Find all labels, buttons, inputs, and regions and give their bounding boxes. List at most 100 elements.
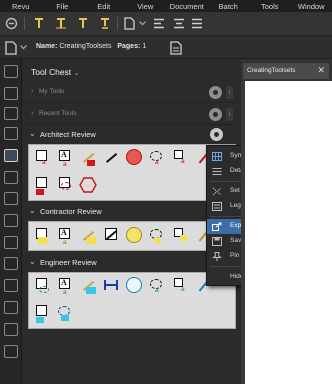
contractor-review-toolset: Aa: [28, 221, 236, 251]
name-label: Name:: [36, 43, 58, 50]
detail-view-icon: [212, 167, 222, 176]
engineer-review-toolset: Aa a a: [28, 272, 236, 329]
typewriter-icon[interactable]: [98, 16, 112, 30]
tool-arrow[interactable]: [101, 148, 121, 168]
text-callout-icon[interactable]: [54, 16, 68, 30]
navigation-icon[interactable]: [4, 345, 18, 358]
tool-callout-yellow[interactable]: [32, 226, 52, 246]
menu-view[interactable]: View: [125, 2, 167, 11]
gear-icon[interactable]: [209, 86, 222, 99]
search-icon[interactable]: [4, 192, 18, 205]
thumbnails-icon[interactable]: [4, 65, 18, 78]
document-info: Name: CreatingToolsets Pages: 1: [36, 43, 146, 50]
links-icon[interactable]: [4, 279, 18, 292]
profile-icon[interactable]: [4, 16, 18, 30]
text-align-left-icon[interactable]: [152, 16, 166, 30]
tool-text[interactable]: Aa: [55, 148, 75, 168]
tool-stamp-red[interactable]: [124, 148, 144, 168]
chevron-down-icon[interactable]: [20, 45, 27, 52]
legend-icon: [212, 202, 222, 211]
spaces-icon[interactable]: [4, 301, 18, 314]
engineer-review-header[interactable]: ⌄ Engineer Review: [23, 255, 226, 270]
layers-icon[interactable]: [4, 127, 18, 140]
tool-rectangle[interactable]: [101, 226, 121, 246]
chevron-down-icon: ⌄: [29, 206, 36, 215]
menu-batch[interactable]: Batch: [208, 2, 250, 11]
studio-icon[interactable]: [4, 323, 18, 336]
tool-callout-red[interactable]: a: [170, 148, 190, 168]
gear-icon[interactable]: [210, 128, 223, 141]
panel-title: Tool Chest ⌄: [31, 67, 80, 77]
tool-text-yellow[interactable]: Aa: [55, 226, 75, 246]
chevron-down-icon: ⌄: [29, 129, 36, 138]
document-canvas[interactable]: [241, 81, 332, 384]
section-label: Engineer Review: [40, 258, 97, 267]
signatures-icon[interactable]: [4, 257, 18, 270]
tool-stamp-yellow[interactable]: [124, 226, 144, 246]
pages-label: Pages:: [117, 43, 141, 50]
chevron-right-icon[interactable]: ›: [226, 108, 233, 121]
document-icon[interactable]: [4, 41, 18, 55]
gear-icon[interactable]: [209, 108, 222, 121]
canvas-gutter: [241, 81, 245, 384]
markup-toolbar: [0, 12, 332, 36]
tool-pen[interactable]: [78, 148, 98, 168]
tool-cloud-cyan[interactable]: a: [147, 276, 167, 296]
text-format-icon[interactable]: [190, 16, 204, 30]
chevron-down-icon[interactable]: ⌄: [74, 70, 80, 77]
chevron-right-icon[interactable]: ›: [226, 86, 233, 99]
tool-stamp-cyan[interactable]: [124, 276, 144, 296]
menu-bar: Revu File Edit View Document Batch Tools…: [0, 0, 332, 12]
document-tab[interactable]: CreatingToolsets ✕: [243, 63, 329, 79]
save-icon: [212, 237, 222, 246]
my-tools-label: My Tools: [39, 88, 65, 95]
file-access-icon[interactable]: [4, 107, 18, 120]
tool-pen-yellow[interactable]: [78, 226, 98, 246]
tool-cloud-cyan-2[interactable]: [55, 303, 75, 323]
scale-icon: [212, 187, 222, 196]
tool-chest-icon[interactable]: [4, 149, 18, 162]
page-icon[interactable]: [122, 16, 136, 30]
tool-callout-yellow-2[interactable]: [170, 226, 190, 246]
text-align-icon[interactable]: [172, 16, 186, 30]
tool-text-cyan[interactable]: Aa: [55, 276, 75, 296]
menu-window[interactable]: Window: [291, 2, 332, 11]
name-value: CreatingToolsets: [59, 43, 112, 50]
menu-file[interactable]: File: [42, 2, 84, 11]
tool-dimension[interactable]: [101, 276, 121, 296]
architect-review-header[interactable]: ⌄ Architect Review: [23, 127, 226, 142]
toolbar-divider: [117, 17, 118, 30]
menu-edit[interactable]: Edit: [83, 2, 125, 11]
bookmarks-icon[interactable]: [4, 87, 18, 100]
page-properties-icon[interactable]: [170, 41, 184, 55]
tool-callout-2[interactable]: [32, 175, 52, 195]
tool-callout-cyan[interactable]: [32, 276, 52, 296]
measurements-icon[interactable]: [4, 214, 18, 227]
tool-callout[interactable]: a: [32, 148, 52, 168]
properties-icon[interactable]: [4, 171, 18, 184]
menu-tools[interactable]: Tools: [249, 2, 291, 11]
my-tools-row[interactable]: › My Tools ›: [23, 81, 233, 103]
tool-cloud-2[interactable]: [55, 175, 75, 195]
tool-cloud[interactable]: a: [147, 148, 167, 168]
pages-value: 1: [142, 43, 147, 50]
highlight-text-icon[interactable]: [76, 16, 90, 30]
tool-callout-cyan-2[interactable]: a: [170, 276, 190, 296]
pin-icon: [212, 252, 222, 261]
tool-callout-cyan-3[interactable]: [32, 303, 52, 323]
tool-revision[interactable]: [78, 175, 98, 195]
forms-icon[interactable]: [4, 236, 18, 249]
tool-cloud-yellow[interactable]: [147, 226, 167, 246]
symbol-view-icon: [212, 152, 222, 161]
close-icon[interactable]: ✕: [317, 65, 325, 76]
recent-tools-label: Recent Tools: [39, 110, 77, 117]
tool-pen-cyan[interactable]: [78, 276, 98, 296]
menu-document[interactable]: Document: [166, 2, 208, 11]
text-box-icon[interactable]: [32, 16, 46, 30]
menu-revu[interactable]: Revu: [0, 2, 42, 11]
recent-tools-row[interactable]: › Recent Tools ›: [23, 103, 233, 125]
export-icon: [212, 222, 222, 231]
contractor-review-header[interactable]: ⌄ Contractor Review: [23, 204, 226, 219]
chevron-down-icon[interactable]: [135, 16, 149, 30]
section-label: Architect Review: [40, 130, 96, 139]
